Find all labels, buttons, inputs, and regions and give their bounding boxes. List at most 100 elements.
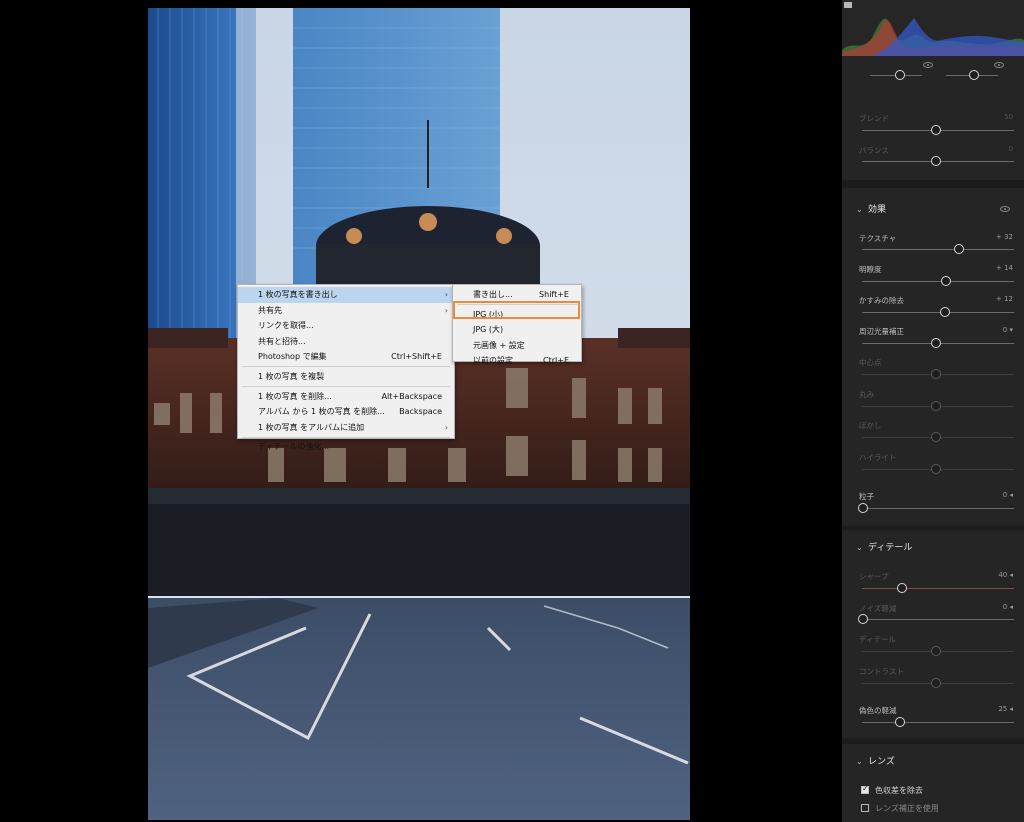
menu-item-share-invite[interactable]: 共有と招待... bbox=[238, 334, 454, 350]
grain-slider-track[interactable] bbox=[862, 508, 1014, 509]
sharpening-slider-track[interactable] bbox=[862, 588, 1014, 589]
balance-value[interactable]: 0 bbox=[1009, 145, 1013, 153]
grain-value-text: 0 bbox=[1002, 491, 1008, 499]
menu-item-label: リンクを取得... bbox=[258, 321, 314, 331]
menu-item-shortcut: Ctrl+E bbox=[543, 356, 569, 366]
noise-reduction-value[interactable]: 0 ◂ bbox=[1003, 603, 1013, 611]
texture-slider-knob[interactable] bbox=[954, 244, 964, 254]
balance-label: バランス bbox=[859, 146, 889, 155]
midpoint-slider-knob[interactable] bbox=[931, 369, 941, 379]
chevron-down-icon: ⌄ bbox=[856, 205, 863, 214]
context-menu: 1 枚の写真を書き出し › 共有先 › リンクを取得... 共有と招待... P… bbox=[237, 284, 455, 451]
nr-contrast-slider-knob[interactable] bbox=[931, 678, 941, 688]
submenu-item-export[interactable]: 書き出し... Shift+E bbox=[453, 287, 581, 303]
noise-reduction-slider-knob[interactable] bbox=[858, 614, 868, 624]
dehaze-slider-track[interactable] bbox=[862, 312, 1014, 313]
eye-icon[interactable] bbox=[994, 62, 1004, 68]
eye-icon[interactable] bbox=[923, 62, 933, 68]
expand-arrow-icon: ◂ bbox=[1009, 603, 1013, 611]
color-noise-label: 偽色の軽減 bbox=[859, 706, 897, 715]
blend-value[interactable]: 50 bbox=[1004, 113, 1013, 121]
menu-item-shortcut: Ctrl+Shift+E bbox=[391, 352, 442, 362]
clarity-slider-knob[interactable] bbox=[941, 276, 951, 286]
menu-separator bbox=[457, 304, 577, 306]
menu-item-add-to-album[interactable]: 1 枚の写真 をアルバムに追加 › bbox=[238, 420, 454, 436]
detail-section: ⌄ ディテール シャープ 40 ◂ ノイズ軽減 0 ◂ ディテール コントラスト … bbox=[842, 530, 1024, 738]
color-noise-slider-track[interactable] bbox=[862, 722, 1014, 723]
submenu-item-previous-settings[interactable]: 以前の設定 Ctrl+E bbox=[453, 353, 581, 369]
detail-title: ディテール bbox=[868, 543, 913, 553]
texture-value[interactable]: + 32 bbox=[996, 233, 1013, 241]
sharpening-value[interactable]: 40 ◂ bbox=[998, 571, 1013, 579]
balance-slider-knob[interactable] bbox=[931, 156, 941, 166]
menu-item-label: 1 枚の写真 をアルバムに追加 bbox=[258, 422, 365, 432]
noise-reduction-label: ノイズ軽減 bbox=[859, 604, 897, 613]
dehaze-slider-knob[interactable] bbox=[940, 307, 950, 317]
menu-item-share-to[interactable]: 共有先 › bbox=[238, 303, 454, 319]
lens-header[interactable]: ⌄ レンズ bbox=[856, 754, 895, 767]
grain-slider-knob[interactable] bbox=[858, 503, 868, 513]
menu-item-label: 1 枚の写真 を削除... bbox=[258, 391, 332, 401]
menu-item-duplicate[interactable]: 1 枚の写真 を複製 bbox=[238, 369, 454, 385]
clarity-value[interactable]: + 14 bbox=[996, 264, 1013, 272]
texture-slider-track[interactable] bbox=[862, 249, 1014, 250]
histogram-graph bbox=[842, 2, 1024, 57]
submenu-arrow-icon: › bbox=[444, 305, 448, 315]
feather-label: ぼかし bbox=[859, 421, 882, 430]
menu-item-label: 1 枚の写真を書き出し bbox=[258, 290, 338, 299]
roundness-slider-knob[interactable] bbox=[931, 401, 941, 411]
highlights-slider-knob[interactable] bbox=[931, 464, 941, 474]
color-wheel-slider-knob[interactable] bbox=[969, 70, 979, 80]
effects-section: ⌄ 効果 テクスチャ + 32 明瞭度 + 14 かすみの除去 + 12 周辺光量… bbox=[842, 188, 1024, 526]
nr-detail-label: ディテール bbox=[859, 635, 896, 644]
submenu-item-jpg-large[interactable]: JPG (大) bbox=[453, 322, 581, 338]
noise-reduction-slider-track[interactable] bbox=[862, 619, 1014, 620]
submenu-item-jpg-small[interactable]: JPG (小) bbox=[453, 307, 581, 323]
enable-profile-label: レンズ補正を使用 bbox=[875, 804, 939, 813]
menu-item-label: 以前の設定 bbox=[473, 356, 513, 366]
enable-profile-checkbox[interactable] bbox=[861, 804, 869, 812]
sharpening-value-text: 40 bbox=[998, 571, 1008, 579]
vignette-slider-knob[interactable] bbox=[931, 338, 941, 348]
feather-slider-knob[interactable] bbox=[931, 432, 941, 442]
color-noise-slider-knob[interactable] bbox=[895, 717, 905, 727]
menu-item-label: 元画像 + 設定 bbox=[473, 340, 525, 350]
vignette-label: 周辺光量補正 bbox=[859, 327, 904, 336]
eye-icon[interactable] bbox=[1000, 206, 1010, 212]
expand-arrow-icon: ◂ bbox=[1009, 705, 1013, 713]
clarity-slider-track[interactable] bbox=[862, 281, 1014, 282]
menu-item-export-photo[interactable]: 1 枚の写真を書き出し › bbox=[238, 287, 454, 303]
export-submenu: 書き出し... Shift+E JPG (小) JPG (大) 元画像 + 設定… bbox=[452, 284, 582, 365]
edit-panel: ブレンド 50 バランス 0 ⌄ 効果 テクスチャ + 32 明瞭度 + 14 か… bbox=[842, 0, 1024, 822]
menu-item-delete[interactable]: 1 枚の写真 を削除... Alt+Backspace bbox=[238, 389, 454, 405]
color-noise-value[interactable]: 25 ◂ bbox=[998, 705, 1013, 713]
menu-item-label: 1 枚の写真 を複製 bbox=[258, 371, 325, 381]
menu-separator bbox=[242, 386, 450, 388]
menu-item-remove-from-album[interactable]: アルバム から 1 枚の写真 を削除... Backspace bbox=[238, 404, 454, 420]
roundness-label: 丸み bbox=[859, 390, 874, 399]
vignette-value[interactable]: 0 ▾ bbox=[1003, 326, 1013, 334]
remove-ca-checkbox[interactable] bbox=[861, 784, 869, 794]
nr-contrast-label: コントラスト bbox=[859, 667, 904, 676]
sharpening-slider-knob[interactable] bbox=[897, 583, 907, 593]
blend-slider-knob[interactable] bbox=[931, 125, 941, 135]
menu-item-label: Photoshop で編集 bbox=[258, 352, 327, 362]
grain-value[interactable]: 0 ◂ bbox=[1003, 491, 1013, 499]
grain-label: 粒子 bbox=[859, 492, 874, 501]
menu-item-get-link[interactable]: リンクを取得... bbox=[238, 318, 454, 334]
menu-item-edit-in-photoshop[interactable]: Photoshop で編集 Ctrl+Shift+E bbox=[238, 349, 454, 365]
highlights-label: ハイライト bbox=[859, 453, 897, 462]
color-wheel-slider-knob[interactable] bbox=[895, 70, 905, 80]
menu-item-shortcut: Shift+E bbox=[539, 290, 569, 299]
submenu-item-original-settings[interactable]: 元画像 + 設定 bbox=[453, 338, 581, 354]
menu-item-label: アルバム から 1 枚の写真 を削除... bbox=[258, 407, 385, 417]
effects-header[interactable]: ⌄ 効果 bbox=[856, 202, 886, 215]
nr-detail-slider-knob[interactable] bbox=[931, 646, 941, 656]
lens-title: レンズ bbox=[868, 757, 895, 767]
menu-item-label: JPG (小) bbox=[473, 309, 504, 319]
chevron-down-icon: ⌄ bbox=[856, 757, 863, 766]
dehaze-value[interactable]: + 12 bbox=[996, 295, 1013, 303]
noise-reduction-value-text: 0 bbox=[1002, 603, 1008, 611]
detail-header[interactable]: ⌄ ディテール bbox=[856, 540, 912, 553]
menu-item-enhance-details[interactable]: ディテールの強化... bbox=[238, 439, 454, 455]
